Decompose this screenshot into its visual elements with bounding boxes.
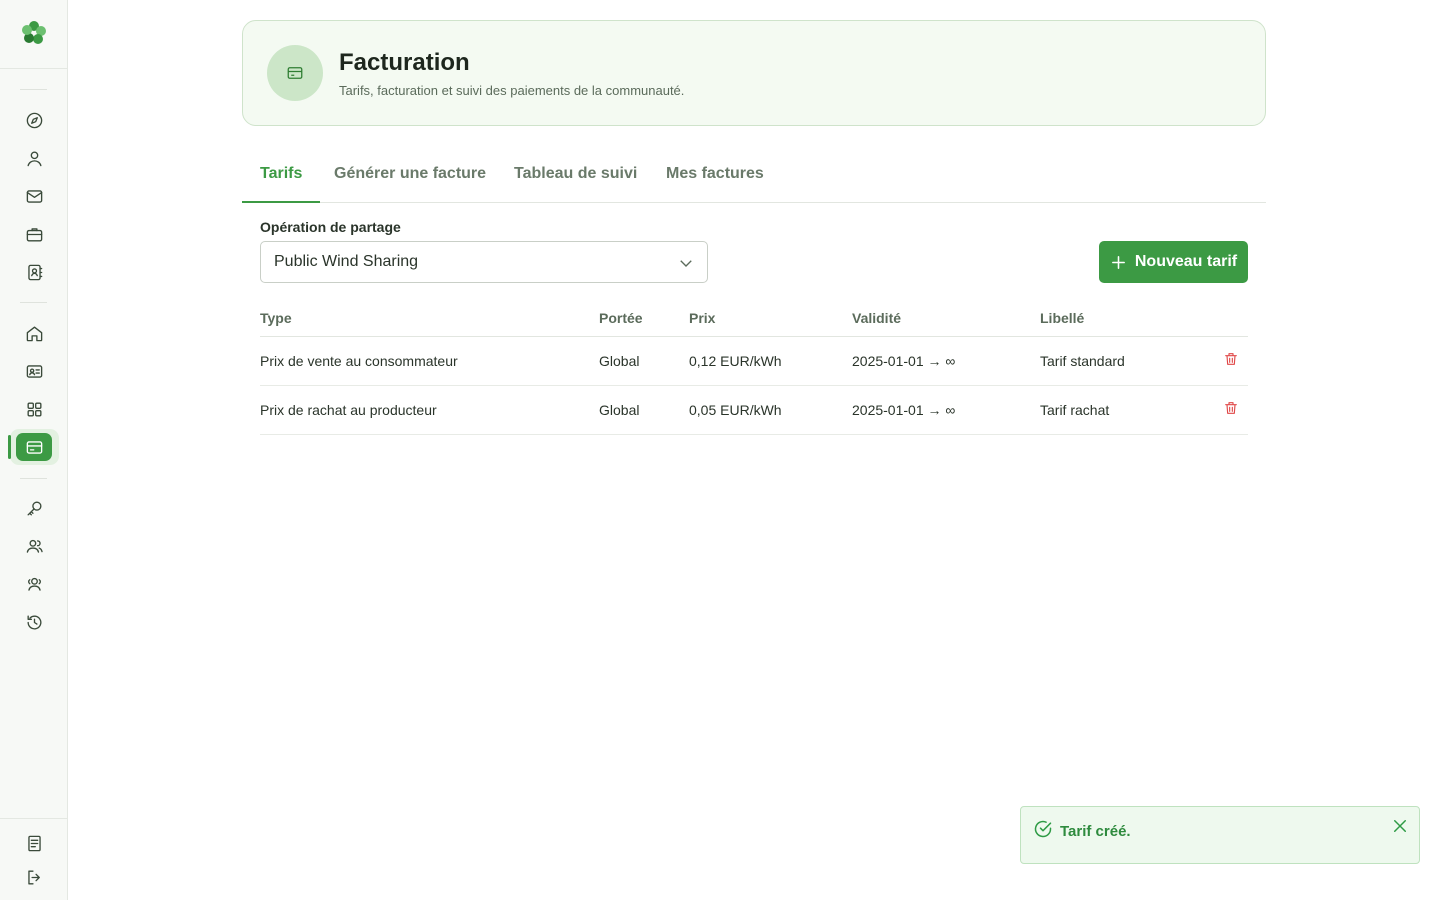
cell-scope: Global [599, 336, 689, 386]
tab-tracking-board[interactable]: Tableau de suivi [496, 155, 655, 203]
sidebar-item-docs[interactable] [18, 827, 50, 859]
sidebar-item-explore[interactable] [18, 104, 50, 136]
sidebar [0, 0, 68, 900]
close-icon[interactable] [1391, 817, 1409, 835]
history-icon [26, 614, 41, 630]
column-header-price: Prix [689, 300, 852, 337]
cell-price: 0,05 EUR/kWh [689, 385, 852, 435]
sidebar-item-billing[interactable] [16, 433, 52, 461]
document-icon [27, 835, 41, 851]
chevron-down-icon [677, 254, 695, 272]
sidebar-item-messages[interactable] [18, 180, 50, 212]
trash-icon [1225, 402, 1237, 414]
mail-icon [26, 189, 42, 203]
page-title: Facturation [339, 49, 470, 76]
delete-tariff-button[interactable] [1223, 351, 1239, 367]
cell-type: Prix de vente au consommateur [260, 336, 599, 386]
sharing-operation-label: Opération de partage [260, 219, 401, 235]
sidebar-item-groups[interactable] [18, 530, 50, 562]
briefcase-icon [26, 227, 42, 242]
cell-type: Prix de rachat au producteur [260, 385, 599, 435]
credit-card-icon [287, 67, 303, 79]
delete-tariff-button[interactable] [1223, 400, 1239, 416]
sharing-operation-select[interactable]: Public Wind Sharing [260, 241, 708, 283]
sidebar-item-logout[interactable] [18, 861, 50, 893]
sidebar-item-jobs[interactable] [18, 218, 50, 250]
toast-message: Tarif créé. [1060, 823, 1131, 840]
new-tariff-button[interactable]: Nouveau tarif [1099, 241, 1248, 283]
grid-icon [26, 401, 42, 417]
cell-label: Tarif standard [1040, 336, 1208, 386]
cell-actions [1208, 336, 1248, 386]
column-header-type: Type [260, 300, 599, 337]
sidebar-divider [20, 89, 47, 90]
sidebar-item-history[interactable] [18, 606, 50, 638]
sidebar-item-profile[interactable] [18, 142, 50, 174]
page-header: Facturation Tarifs, facturation et suivi… [242, 20, 1266, 126]
users-icon [26, 539, 43, 553]
cell-validity: 2025-01-01 → ∞ [852, 385, 1040, 435]
column-header-validity: Validité [852, 300, 1040, 337]
sidebar-item-access[interactable] [18, 492, 50, 524]
sidebar-item-team[interactable] [18, 568, 50, 600]
cell-scope: Global [599, 385, 689, 435]
table-header-row: Type Portée Prix Validité Libellé [260, 300, 1248, 337]
users-alt-icon [27, 577, 41, 591]
column-header-actions [1208, 300, 1248, 337]
sidebar-divider [20, 302, 47, 303]
cell-price: 0,12 EUR/kWh [689, 336, 852, 386]
column-header-scope: Portée [599, 300, 689, 337]
cell-actions [1208, 385, 1248, 435]
home-icon [26, 325, 42, 341]
compass-icon [26, 112, 42, 128]
tab-bar: Tarifs Générer une facture Tableau de su… [242, 155, 1266, 203]
tab-my-invoices[interactable]: Mes factures [648, 155, 782, 203]
sidebar-top-divider [0, 68, 68, 69]
header-icon-badge [267, 45, 323, 101]
cell-label: Tarif rachat [1040, 385, 1208, 435]
user-icon [26, 150, 42, 166]
sidebar-item-home[interactable] [18, 317, 50, 349]
tab-generate-invoice[interactable]: Générer une facture [316, 155, 504, 203]
new-tariff-label: Nouveau tarif [1134, 253, 1238, 270]
column-header-label: Libellé [1040, 300, 1208, 337]
page-subtitle: Tarifs, facturation et suivi des paiemen… [339, 83, 685, 98]
table-row: Prix de rachat au producteur Global 0,05… [260, 385, 1248, 435]
tab-tarifs[interactable]: Tarifs [242, 155, 321, 203]
sidebar-item-contacts[interactable] [18, 256, 50, 288]
sidebar-item-members[interactable] [18, 355, 50, 387]
plus-icon [1111, 255, 1125, 269]
key-icon [26, 500, 42, 516]
credit-card-icon [26, 440, 42, 454]
logout-icon [27, 869, 40, 885]
contact-book-icon [27, 264, 42, 280]
cell-validity: 2025-01-01 → ∞ [852, 336, 1040, 386]
sidebar-bottom-divider [0, 818, 68, 819]
sharing-operation-value: Public Wind Sharing [274, 253, 419, 270]
table-row: Prix de vente au consommateur Global 0,1… [260, 336, 1248, 386]
trash-icon [1225, 353, 1237, 365]
tariffs-table: Type Portée Prix Validité Libellé Prix d… [260, 300, 1248, 435]
sidebar-item-dashboard[interactable] [18, 393, 50, 425]
success-toast: Tarif créé. [1020, 806, 1420, 864]
check-circle-icon [1033, 819, 1053, 839]
logo-icon[interactable] [18, 17, 50, 49]
active-item-indicator [8, 435, 11, 459]
sidebar-divider [20, 478, 47, 479]
id-card-icon [26, 364, 42, 378]
